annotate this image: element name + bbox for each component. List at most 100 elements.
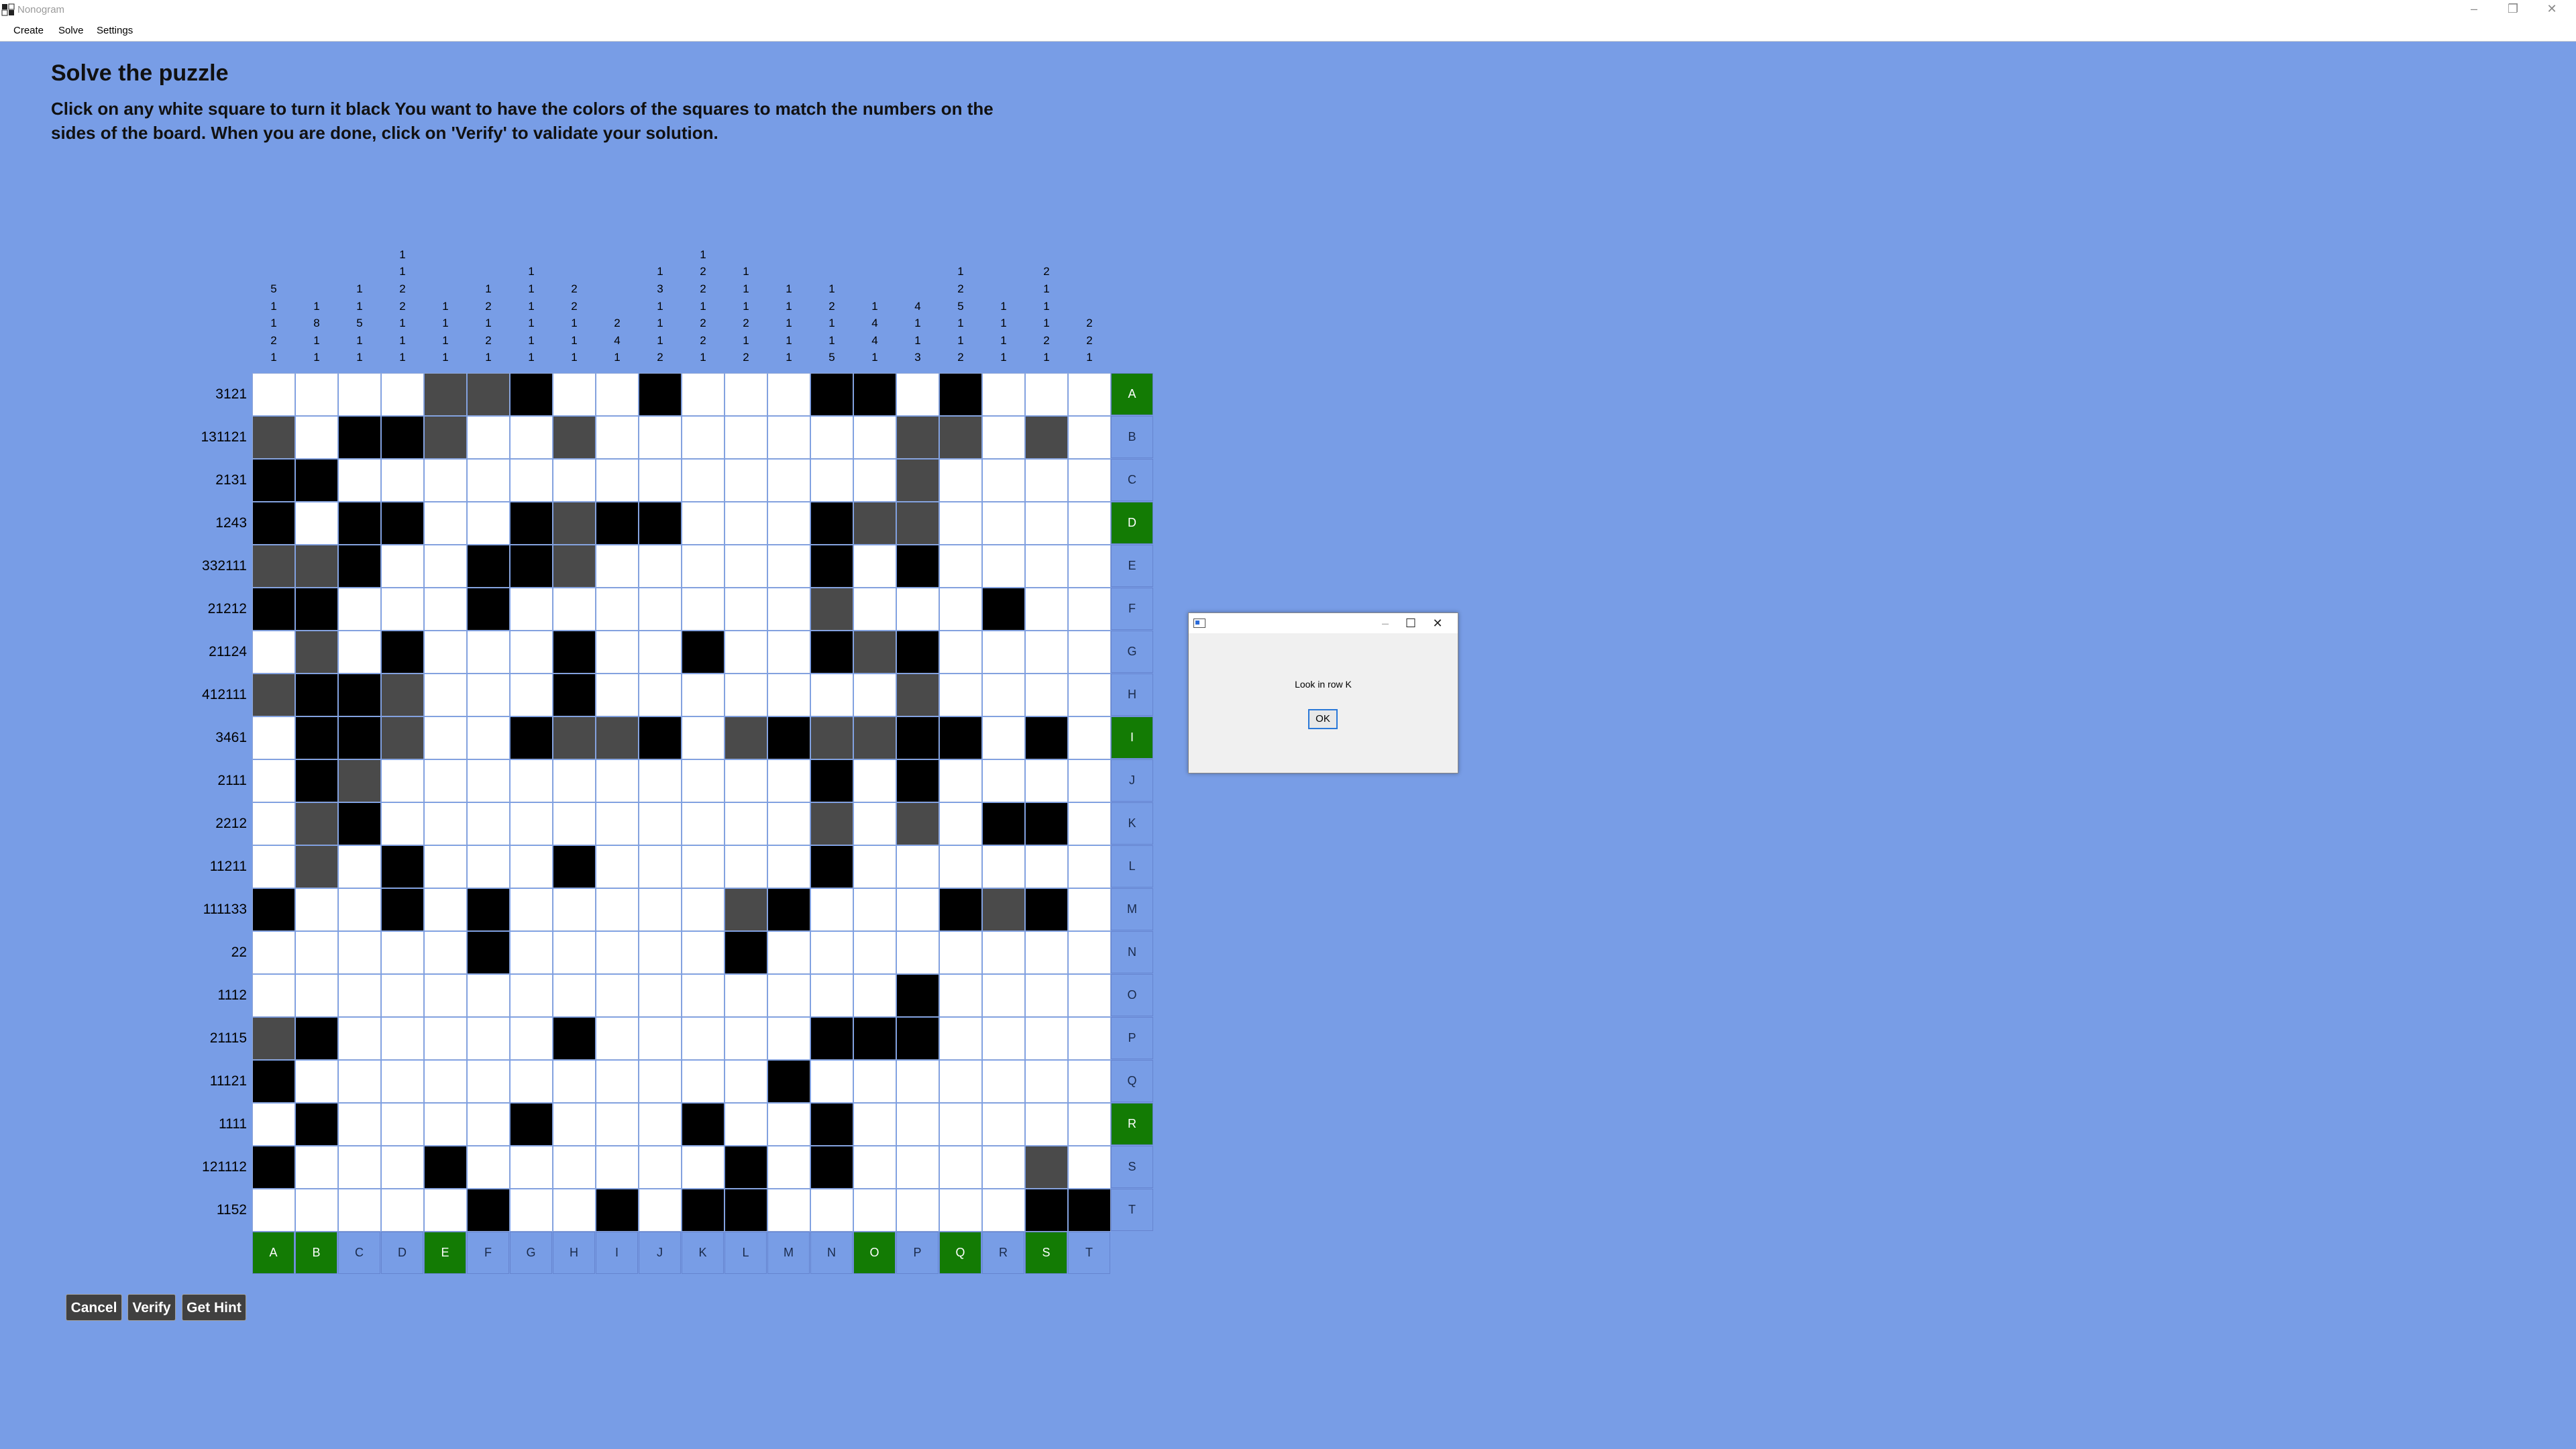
grid-cell[interactable] xyxy=(382,803,424,845)
grid-cell[interactable] xyxy=(339,631,381,674)
grid-cell[interactable] xyxy=(382,975,424,1017)
grid-cell[interactable] xyxy=(511,975,553,1017)
grid-cell[interactable] xyxy=(1069,674,1111,716)
grid-cell[interactable] xyxy=(1069,1061,1111,1103)
grid-cell[interactable] xyxy=(811,631,853,674)
grid-cell[interactable] xyxy=(897,1146,939,1189)
grid-cell[interactable] xyxy=(768,1146,810,1189)
grid-cell[interactable] xyxy=(596,1061,639,1103)
grid-cell[interactable] xyxy=(511,460,553,502)
grid-cell[interactable] xyxy=(940,1061,982,1103)
grid-cell[interactable] xyxy=(596,889,639,931)
grid-cell[interactable] xyxy=(425,1146,467,1189)
grid-cell[interactable] xyxy=(1069,803,1111,845)
grid-cell[interactable] xyxy=(682,932,724,974)
grid-cell[interactable] xyxy=(425,1189,467,1232)
grid-cell[interactable] xyxy=(897,674,939,716)
grid-cell[interactable] xyxy=(511,1018,553,1060)
grid-cell[interactable] xyxy=(382,588,424,631)
grid-cell[interactable] xyxy=(682,1189,724,1232)
grid-cell[interactable] xyxy=(983,889,1025,931)
grid-cell[interactable] xyxy=(682,588,724,631)
grid-cell[interactable] xyxy=(1026,460,1068,502)
grid-cell[interactable] xyxy=(468,374,510,416)
grid-cell[interactable] xyxy=(983,1189,1025,1232)
grid-cell[interactable] xyxy=(983,760,1025,802)
grid-cell[interactable] xyxy=(382,545,424,588)
grid-cell[interactable] xyxy=(983,846,1025,888)
grid-cell[interactable] xyxy=(382,846,424,888)
grid-cell[interactable] xyxy=(553,760,596,802)
grid-cell[interactable] xyxy=(596,1018,639,1060)
grid-cell[interactable] xyxy=(940,975,982,1017)
grid-cell[interactable] xyxy=(897,374,939,416)
grid-cell[interactable] xyxy=(811,417,853,459)
grid-cell[interactable] xyxy=(553,460,596,502)
grid-cell[interactable] xyxy=(682,1146,724,1189)
grid-cell[interactable] xyxy=(511,1146,553,1189)
grid-cell[interactable] xyxy=(983,631,1025,674)
grid-cell[interactable] xyxy=(468,417,510,459)
grid-cell[interactable] xyxy=(768,1061,810,1103)
grid-cell[interactable] xyxy=(854,545,896,588)
grid-cell[interactable] xyxy=(1069,631,1111,674)
grid-cell[interactable] xyxy=(940,932,982,974)
grid-cell[interactable] xyxy=(425,460,467,502)
grid-cell[interactable] xyxy=(854,588,896,631)
grid-cell[interactable] xyxy=(1026,1018,1068,1060)
grid-cell[interactable] xyxy=(768,717,810,759)
grid-cell[interactable] xyxy=(339,760,381,802)
grid-cell[interactable] xyxy=(1069,1146,1111,1189)
grid-cell[interactable] xyxy=(339,417,381,459)
grid-cell[interactable] xyxy=(725,1018,767,1060)
grid-cell[interactable] xyxy=(897,889,939,931)
grid-cell[interactable] xyxy=(639,1189,682,1232)
grid-cell[interactable] xyxy=(382,374,424,416)
grid-cell[interactable] xyxy=(854,631,896,674)
grid-cell[interactable] xyxy=(1069,975,1111,1017)
grid-cell[interactable] xyxy=(425,588,467,631)
grid-cell[interactable] xyxy=(1026,417,1068,459)
grid-cell[interactable] xyxy=(897,717,939,759)
grid-cell[interactable] xyxy=(553,1104,596,1146)
grid-cell[interactable] xyxy=(553,545,596,588)
grid-cell[interactable] xyxy=(296,631,338,674)
grid-cell[interactable] xyxy=(854,717,896,759)
grid-cell[interactable] xyxy=(511,588,553,631)
grid-cell[interactable] xyxy=(725,932,767,974)
grid-cell[interactable] xyxy=(511,760,553,802)
grid-cell[interactable] xyxy=(897,588,939,631)
grid-cell[interactable] xyxy=(897,1189,939,1232)
grid-cell[interactable] xyxy=(639,1146,682,1189)
grid-cell[interactable] xyxy=(725,717,767,759)
grid-cell[interactable] xyxy=(468,1146,510,1189)
grid-cell[interactable] xyxy=(940,1146,982,1189)
grid-cell[interactable] xyxy=(425,502,467,545)
grid-cell[interactable] xyxy=(897,545,939,588)
grid-cell[interactable] xyxy=(296,502,338,545)
get-hint-button[interactable]: Get Hint xyxy=(182,1294,246,1321)
grid-cell[interactable] xyxy=(811,932,853,974)
grid-cell[interactable] xyxy=(511,502,553,545)
grid-cell[interactable] xyxy=(725,760,767,802)
grid-cell[interactable] xyxy=(768,932,810,974)
dialog-ok-button[interactable]: OK xyxy=(1308,709,1338,729)
grid-cell[interactable] xyxy=(1069,588,1111,631)
grid-cell[interactable] xyxy=(1069,545,1111,588)
grid-cell[interactable] xyxy=(983,1104,1025,1146)
grid-cell[interactable] xyxy=(1026,1189,1068,1232)
grid-cell[interactable] xyxy=(1026,1146,1068,1189)
grid-cell[interactable] xyxy=(253,374,295,416)
grid-cell[interactable] xyxy=(253,1104,295,1146)
grid-cell[interactable] xyxy=(854,374,896,416)
grid-cell[interactable] xyxy=(682,631,724,674)
grid-cell[interactable] xyxy=(468,460,510,502)
grid-cell[interactable] xyxy=(296,674,338,716)
grid-cell[interactable] xyxy=(983,717,1025,759)
grid-cell[interactable] xyxy=(468,674,510,716)
grid-cell[interactable] xyxy=(725,417,767,459)
grid-cell[interactable] xyxy=(725,1104,767,1146)
grid-cell[interactable] xyxy=(940,674,982,716)
grid-cell[interactable] xyxy=(725,1061,767,1103)
cancel-button[interactable]: Cancel xyxy=(66,1294,122,1321)
